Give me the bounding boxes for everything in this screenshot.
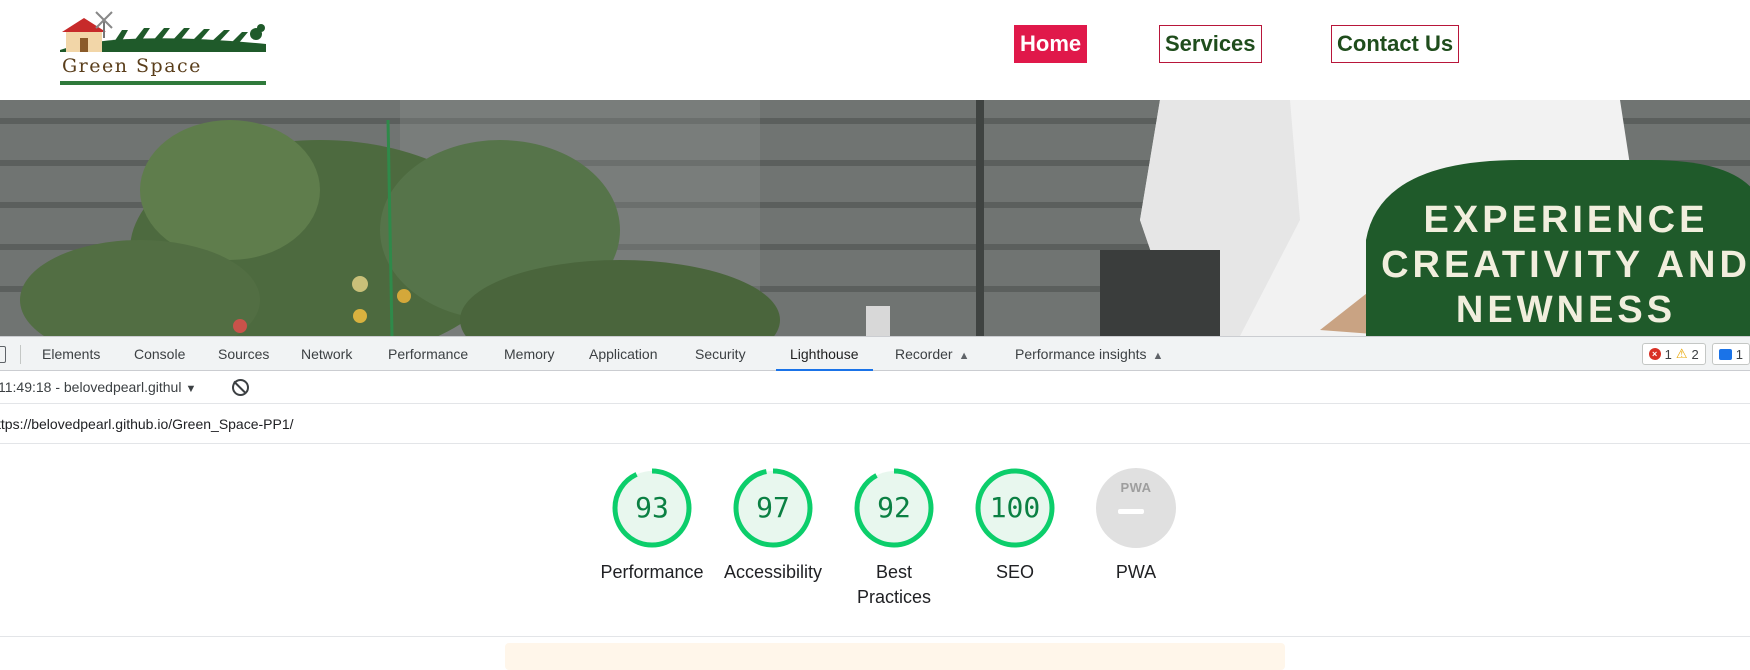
tab-performance[interactable]: Performance bbox=[388, 337, 468, 371]
dock-side-icon[interactable] bbox=[0, 346, 6, 363]
chevron-down-icon: ▼ bbox=[185, 383, 197, 395]
report-select-value: 11:49:18 - belovedpearl.githul bbox=[0, 379, 182, 395]
message-count: 1 bbox=[1735, 346, 1743, 362]
flask-icon: ▲ bbox=[958, 350, 970, 362]
warning-count: 2 bbox=[1691, 346, 1699, 362]
pwa-na-dash bbox=[1118, 509, 1144, 514]
nav-home-link[interactable]: Home bbox=[1014, 25, 1088, 63]
gauge-label: PWA bbox=[1115, 562, 1157, 582]
gauge-accessibility[interactable]: 97 Accessibility bbox=[703, 468, 843, 585]
tab-recorder-label: Recorder bbox=[895, 346, 953, 362]
message-icon bbox=[1718, 348, 1732, 360]
error-count: 1 bbox=[1664, 346, 1672, 362]
gauge-label: Best Practices bbox=[856, 562, 932, 607]
tab-memory[interactable]: Memory bbox=[504, 337, 555, 371]
tab-console[interactable]: Console bbox=[134, 337, 185, 371]
report-url[interactable]: ttps://belovedpearl.github.io/Green_Spac… bbox=[0, 404, 294, 444]
report-select-dropdown[interactable]: 11:49:18 - belovedpearl.githul ▼ bbox=[0, 371, 196, 406]
lighthouse-scores: 93 Performance 97 Accessibility 92 Best … bbox=[0, 444, 1750, 637]
clear-reports-icon[interactable] bbox=[232, 379, 249, 396]
gauge-score: 97 bbox=[756, 491, 790, 524]
tab-recorder[interactable]: Recorder ▲ bbox=[895, 337, 969, 371]
tab-application[interactable]: Application bbox=[589, 337, 658, 371]
gauge-label: SEO bbox=[995, 562, 1034, 582]
tab-lighthouse[interactable]: Lighthouse bbox=[776, 337, 872, 371]
gauge-score: 100 bbox=[989, 491, 1041, 524]
site-header: Green Space Home Services Contact Us bbox=[0, 0, 1750, 100]
gauge-score: 93 bbox=[635, 491, 669, 524]
logo-text: Green Space bbox=[62, 55, 202, 77]
page: Green Space Home Services Contact Us EXP… bbox=[0, 0, 1750, 670]
pwa-badge-text: PWA bbox=[1120, 480, 1152, 495]
gauge-pwa[interactable]: PWA PWA bbox=[1066, 468, 1206, 585]
tab-network[interactable]: Network bbox=[301, 337, 352, 371]
hero-banner: EXPERIENCE CREATIVITY AND NEWNESS bbox=[0, 100, 1750, 336]
tab-security[interactable]: Security bbox=[695, 337, 746, 371]
flask-icon: ▲ bbox=[1152, 350, 1164, 362]
tab-sources[interactable]: Sources bbox=[218, 337, 269, 371]
gauge-label: Performance bbox=[600, 562, 704, 582]
hero-title: EXPERIENCE CREATIVITY AND NEWNESS bbox=[1381, 199, 1750, 331]
issues-counter[interactable]: × 1 ⚠ 2 1 bbox=[1641, 343, 1750, 365]
nav-services-link[interactable]: Services bbox=[1159, 25, 1262, 63]
tab-elements[interactable]: Elements bbox=[42, 337, 100, 371]
report-summary-strip bbox=[505, 643, 1285, 670]
issues-messages[interactable]: 1 bbox=[1711, 343, 1750, 365]
tab-performance-insights[interactable]: Performance insights ▲ bbox=[1015, 337, 1163, 371]
gauge-seo[interactable]: 100 SEO bbox=[945, 468, 1085, 585]
gauge-score: 92 bbox=[877, 491, 911, 524]
warning-icon: ⚠ bbox=[1675, 346, 1688, 361]
logo-underline bbox=[60, 81, 266, 85]
error-icon: × bbox=[1648, 348, 1661, 360]
issues-errors-warnings[interactable]: × 1 ⚠ 2 bbox=[1641, 343, 1706, 365]
lighthouse-toolbar: 11:49:18 - belovedpearl.githul ▼ bbox=[0, 371, 1750, 404]
report-url-bar: ttps://belovedpearl.github.io/Green_Spac… bbox=[0, 404, 1750, 444]
nav-contact-link[interactable]: Contact Us bbox=[1331, 25, 1460, 63]
tab-performance-insights-label: Performance insights bbox=[1015, 346, 1147, 362]
gauge-performance[interactable]: 93 Performance bbox=[582, 468, 722, 585]
devtools-tab-bar: Elements Console Sources Network Perform… bbox=[0, 336, 1750, 371]
logo[interactable]: Green Space bbox=[60, 8, 266, 88]
logo-farm-graphic bbox=[60, 11, 266, 52]
gauge-best-practices[interactable]: 92 Best Practices bbox=[824, 468, 964, 610]
gauge-label: Accessibility bbox=[723, 562, 823, 582]
tab-divider bbox=[20, 345, 21, 364]
